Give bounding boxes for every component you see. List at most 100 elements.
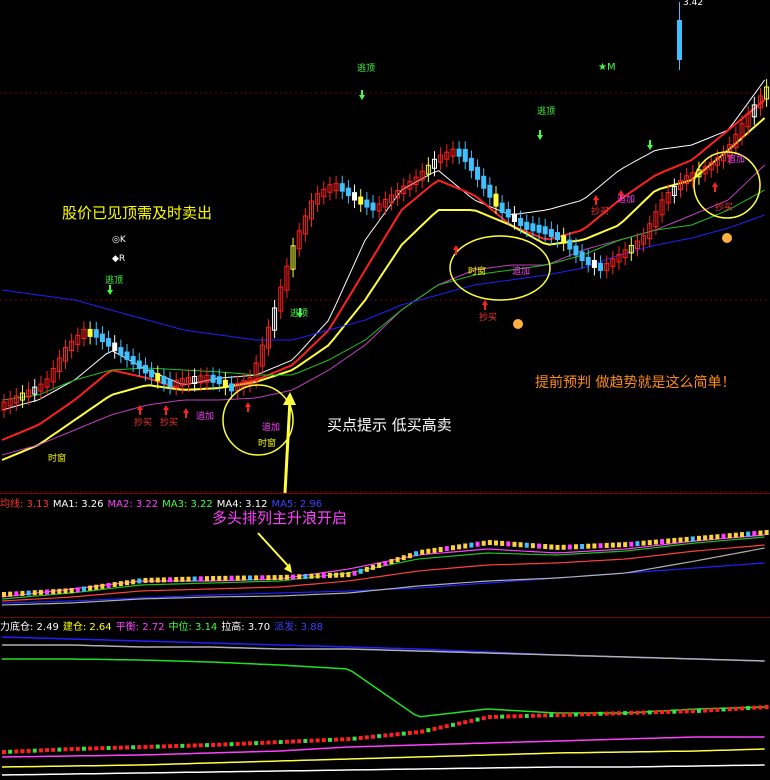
timing-signal-1: 时窗 — [48, 454, 67, 464]
cost-candle-35 — [217, 742, 222, 747]
cost-candle-124 — [764, 705, 769, 709]
ma-candle-21 — [131, 579, 136, 585]
ma-candle-3 — [20, 590, 25, 596]
cost-candle-14 — [88, 746, 93, 751]
ma-candle-52 — [321, 573, 326, 579]
ma-candle-96 — [592, 543, 597, 549]
ma-candle-25 — [155, 577, 160, 583]
cost-candle-17 — [106, 745, 111, 750]
bull-arrange-annotation: 多头排列主升浪开启 — [212, 509, 348, 527]
cost-candle-76 — [469, 718, 474, 723]
candle-body-14 — [87, 328, 93, 337]
top-arrow-0 — [107, 285, 113, 295]
ma-candle-33 — [204, 576, 209, 582]
cost-candle-82 — [506, 714, 511, 719]
buy-arrow-3 — [245, 402, 251, 412]
ma-candle-49 — [303, 573, 308, 579]
ma-candle-73 — [450, 545, 455, 551]
cost-candle-113 — [696, 708, 701, 713]
candle-body-24 — [149, 369, 155, 378]
candle-body-90 — [555, 232, 560, 241]
cost-candle-107 — [660, 710, 665, 715]
ma-candle-42 — [260, 575, 265, 581]
ma-candle-79 — [487, 540, 492, 546]
ma-candle-95 — [586, 543, 591, 549]
ma-candle-109 — [672, 537, 677, 543]
cost-candle-24 — [149, 744, 154, 749]
ma-candle-63 — [389, 559, 394, 565]
cost-candle-27 — [168, 744, 173, 749]
cost-candle-47 — [291, 739, 296, 744]
cost-candle-40 — [248, 741, 252, 746]
legend-item-0: 均线: 3.13 — [0, 499, 49, 510]
ma-candle-16 — [100, 583, 105, 589]
ma-candle-14 — [88, 585, 93, 591]
cost-candle-79 — [487, 714, 492, 719]
ma-candle-46 — [284, 574, 289, 580]
ma-candle-62 — [383, 561, 388, 566]
candle-body-81 — [499, 202, 505, 214]
ma-candle-54 — [334, 572, 339, 578]
candle-body-75 — [462, 148, 468, 162]
cost-candle-112 — [690, 709, 695, 714]
top-arrow-4 — [647, 140, 653, 150]
ma-candle-17 — [106, 582, 111, 588]
candle-body-18 — [112, 342, 118, 352]
top-arrow-3 — [537, 130, 543, 140]
ma-candle-76 — [469, 542, 474, 548]
cost-candle-34 — [211, 742, 216, 747]
cost-candle-28 — [174, 744, 179, 749]
top-signal-2: 逃顶 — [290, 309, 309, 319]
cost-candle-103 — [635, 710, 640, 715]
ma-candle-0 — [2, 592, 6, 597]
star-signal: ★M — [598, 62, 616, 73]
cost-candle-37 — [229, 742, 234, 747]
cost-candle-66 — [407, 731, 412, 736]
cost-candle-8 — [51, 747, 56, 752]
candle-body-26 — [161, 376, 167, 385]
ma-candle-48 — [297, 574, 302, 580]
candle-body-92 — [567, 239, 573, 250]
ma-candle-89 — [549, 544, 554, 550]
legend-item-1: MA1: 3.26 — [52, 499, 104, 510]
slogan-annotation: 提前预判 做趋势就是这么简单！ — [535, 375, 736, 391]
ma-candle-38 — [235, 575, 240, 581]
cost-candle-117 — [721, 707, 726, 712]
buy-arrow-2 — [183, 408, 189, 418]
cost-candle-120 — [740, 706, 744, 711]
cost-candle-25 — [155, 744, 160, 749]
cost-candle-45 — [278, 740, 283, 745]
cost-candle-33 — [204, 743, 209, 748]
ma-candle-18 — [112, 582, 117, 588]
ma-candle-31 — [192, 576, 197, 582]
ma-candle-44 — [272, 575, 277, 581]
cost-candle-26 — [161, 744, 166, 749]
cost-candle-19 — [118, 745, 123, 750]
candle-body-56 — [345, 187, 351, 197]
candle-body-34 — [210, 374, 216, 383]
cost-candle-75 — [463, 720, 468, 725]
timing-signal-3: 时窗 — [468, 267, 487, 277]
candle-body-58 — [358, 196, 364, 205]
buy-arrow-8 — [712, 182, 718, 192]
ma-candle-111 — [684, 536, 689, 542]
ma-candle-7 — [45, 589, 50, 595]
cost-candle-4 — [26, 748, 31, 753]
candle-body-23 — [142, 364, 148, 374]
candle-body-80 — [493, 193, 499, 207]
cost-candle-20 — [125, 745, 129, 750]
ma-candle-90 — [555, 544, 560, 550]
ma-chart-svg — [0, 493, 770, 606]
cost-candle-41 — [254, 741, 259, 746]
cost-candle-84 — [518, 714, 523, 719]
ma-candle-123 — [758, 530, 763, 536]
ma-candle-20 — [125, 580, 129, 586]
ma-candle-58 — [358, 568, 363, 574]
ma-candle-118 — [727, 533, 732, 539]
cost-candle-36 — [223, 742, 228, 747]
cost-candle-116 — [715, 707, 720, 712]
price-max-label: 3.42 — [683, 0, 704, 8]
ma-candle-22 — [137, 578, 142, 584]
cost-candle-39 — [241, 741, 246, 746]
ma-candle-4 — [26, 590, 31, 596]
